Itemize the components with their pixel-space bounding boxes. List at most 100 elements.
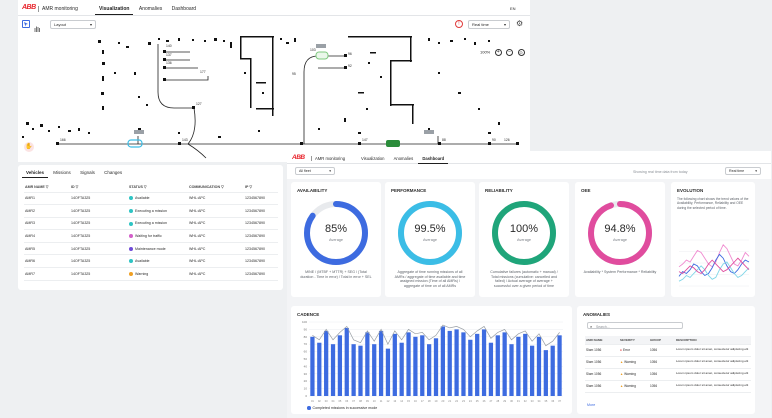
description-cell: Lorem ipsum dolor sit amet, consectetur … [676, 347, 749, 352]
status-dot [129, 259, 133, 264]
cadence-bar [461, 332, 466, 396]
tab-dashboard[interactable]: Dashboard [418, 156, 449, 164]
col-communication[interactable]: COMMUNICATION ▽ [188, 183, 244, 192]
tab-missions[interactable]: Missions [49, 170, 75, 177]
group-cell: 1056 [650, 372, 658, 376]
tab-anomalies[interactable]: Anomalies [390, 156, 418, 163]
search-icon: ⌕ [590, 323, 593, 329]
tab-visualization[interactable]: Visualization [357, 156, 388, 163]
y-tick-label: 100 [302, 320, 307, 324]
status-dot [129, 234, 133, 239]
table-row[interactable]: AMR4 14OFTA325 Waiting for traffic WHL:APC 1… [24, 230, 278, 243]
time-select[interactable]: Real time ▾ [725, 167, 761, 175]
status-cell: Maintenance mode [128, 242, 188, 255]
toolbar: Layout ▾ ! Real time ▾ ⚙ [18, 16, 530, 32]
hand-tool-icon[interactable] [33, 20, 41, 32]
fleet-select[interactable]: All fleet ▾ [295, 167, 335, 175]
zoom-fit-icon[interactable]: ⊙ [517, 49, 525, 57]
cadence-bar [536, 336, 542, 396]
map-canvas[interactable]: 140 137 136 177 127 103 96 92 95 166 143… [18, 32, 530, 162]
table-row[interactable]: AMR3 14OFTA325 Executing a mission WHL:APC 1… [24, 217, 278, 230]
group-cell: 1056 [650, 360, 658, 364]
x-tick-label: 18 [428, 399, 431, 403]
cadence-bar [344, 327, 349, 396]
x-tick-label: 03 [325, 399, 328, 403]
severity-cell: ▲Warning [619, 356, 649, 368]
x-tick-label: 01 [311, 399, 314, 403]
table-row[interactable]: Slam 1056 ▲Warning 1056 Lorem ipsum dolor s… [585, 380, 751, 392]
anomalies-title: ANOMALIES [583, 312, 610, 317]
map-node-label: 96 [348, 52, 352, 56]
map-node-label: 177 [200, 70, 206, 74]
col-id[interactable]: ID ▽ [70, 183, 128, 192]
id-cell: 14OFTA325 [71, 208, 91, 213]
filter-icon[interactable]: ▽ [46, 185, 49, 189]
time-select[interactable]: Real time ▾ [468, 20, 510, 29]
select-tool-icon[interactable] [22, 20, 30, 28]
filter-icon[interactable]: ▽ [144, 185, 147, 189]
settings-gear-icon[interactable]: ⚙ [516, 19, 523, 28]
id-cell: 14OFTA325 [71, 221, 91, 226]
kpi-title: OEE [581, 188, 591, 193]
x-tick-label: 16 [414, 399, 417, 403]
x-tick-label: 06 [345, 399, 348, 403]
kpi-card-availability: AVAILABILITY 85% Average MINE / (MTBF + MTT… [291, 182, 381, 297]
alert-icon[interactable]: ! [455, 20, 463, 28]
x-tick-label: 36 [551, 399, 554, 403]
filter-icon[interactable]: ▽ [249, 185, 252, 189]
table-row[interactable]: AMR2 14OFTA325 Executing a mission WHL:APC 1… [24, 205, 278, 218]
group-cell: 1056 [650, 384, 658, 388]
zoom-out-icon[interactable]: − [506, 49, 514, 57]
status-label: Maintenance mode [135, 246, 166, 251]
col-amr-name[interactable]: AMR NAME ▽ [24, 183, 70, 192]
status-dot [129, 221, 133, 226]
kpi-sublabel: Average [612, 238, 628, 242]
layout-select[interactable]: Layout ▾ [50, 20, 96, 29]
emergency-stop-icon[interactable]: ✋ [24, 142, 34, 152]
col-group[interactable]: GROUP [649, 336, 675, 344]
description-cell: Lorem ipsum dolor sit amet, consectetur … [676, 359, 749, 364]
tab-vehicles[interactable]: Vehicles [22, 170, 49, 178]
tab-anomalies[interactable]: Anomalies [135, 6, 166, 14]
table-row[interactable]: AMR1 14OFTA325 Available WHL:APC 1234567890 [24, 192, 278, 205]
language-selector[interactable]: EN [510, 6, 516, 12]
table-row[interactable]: AMR5 14OFTA325 Maintenance mode WHL:APC 1234… [24, 242, 278, 255]
dashboard-window: ABB AMR monitoring Visualization Anomali… [287, 151, 771, 418]
map-node-label: 137 [166, 53, 172, 57]
kpi-sublabel: Average [422, 238, 438, 242]
table-row[interactable]: Slam 1056 ▲Warning 1056 Lorem ipsum dolor s… [585, 356, 751, 368]
anomalies-search[interactable]: ⌕ Search... [587, 322, 683, 329]
col-severity[interactable]: SEVERITY [619, 336, 649, 344]
cadence-bar [406, 332, 411, 396]
table-row[interactable]: Slam 1056 ●Error 1056 Lorem ipsum dolor sit… [585, 344, 751, 356]
table-row[interactable]: AMR7 14OFTA325 Warning WHL:APC 1234567890 [24, 268, 278, 281]
kpi-card-performance: PERFORMANCE 99.5% Average Aggregate of time… [385, 182, 475, 297]
description-cell: Lorem ipsum dolor sit amet, consectetur … [676, 371, 749, 376]
more-link[interactable]: More [587, 403, 595, 407]
cadence-chart: 100908070605040302010001 02 03 04 05 06 07 08 09… [302, 320, 563, 403]
tab-visualization[interactable]: Visualization [95, 6, 134, 15]
search-input[interactable]: Search... [596, 325, 610, 329]
col-status[interactable]: STATUS ▽ [128, 183, 188, 192]
col-description[interactable]: DESCRIPTION [675, 336, 751, 344]
cadence-bar [372, 344, 377, 396]
status-dot [129, 196, 133, 201]
dashboard-filters: All fleet ▾ Showing real time data from t… [287, 164, 771, 179]
tab-changes[interactable]: Changes [100, 170, 126, 177]
tab-dashboard[interactable]: Dashboard [168, 6, 200, 14]
amr-name-cell: AMR5 [25, 246, 35, 251]
col-ip[interactable]: IP ▽ [244, 183, 278, 192]
x-tick-label: 19 [435, 399, 438, 403]
col-amr-name[interactable]: AMR NAME [585, 336, 619, 344]
table-row[interactable]: Slam 1056 ▲Warning 1056 Lorem ipsum dolor s… [585, 368, 751, 380]
map-node-label: 90 [492, 138, 496, 142]
x-tick-label: 35 [544, 399, 547, 403]
warning-icon: ▲ [620, 372, 624, 376]
filter-icon[interactable]: ▽ [221, 185, 224, 189]
tab-signals[interactable]: Signals [76, 170, 99, 177]
amr-name-cell: AMR3 [25, 221, 35, 226]
zoom-in-icon[interactable]: + [494, 49, 502, 57]
filter-icon[interactable]: ▽ [76, 185, 79, 189]
cadence-bar [399, 342, 404, 396]
table-row[interactable]: AMR6 14OFTA325 Available WHL:APC 1234567890 [24, 255, 278, 268]
